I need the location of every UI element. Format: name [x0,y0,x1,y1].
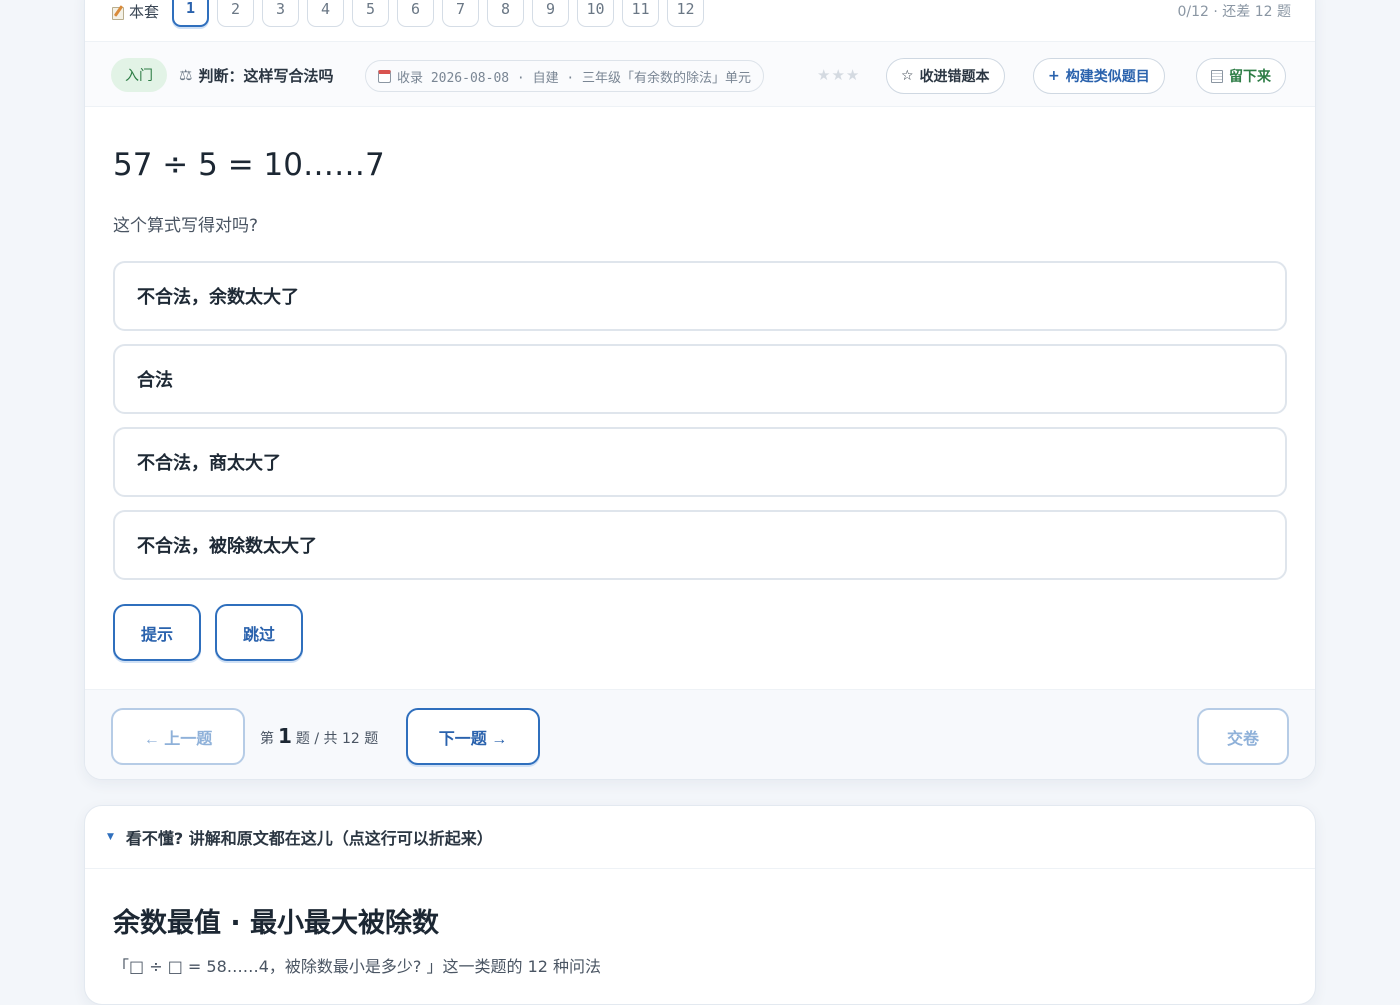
question-type: ⚖ 判断：这样写合法吗 [179,58,333,92]
quiz-card: 本套 1 2 3 4 5 6 7 8 9 10 11 12 0/12 · 还差 … [84,0,1316,780]
submit-button[interactable]: 交卷 [1197,708,1289,765]
page-buttons: 1 2 3 4 5 6 7 8 9 10 11 12 [172,0,704,27]
answer-options: 不合法，余数太大了 合法 不合法，商太大了 不合法，被除数太大了 [113,261,1287,593]
question-type-label: 判断：这样写合法吗 [198,66,334,85]
keep-label: 留下来 [1229,69,1271,85]
memo-icon [111,5,125,20]
difficulty-stars: ★★★ [817,66,861,84]
prev-question-button[interactable]: ← 上一题 [111,708,245,765]
hint-button[interactable]: 提示 [113,604,202,661]
build-similar-button[interactable]: + 构建类似题目 [1033,58,1165,94]
page-button-6[interactable]: 6 [397,0,434,27]
star-outline-icon: ☆ [901,68,914,84]
level-badge: 入门 [111,58,167,92]
explanation-toggle[interactable]: ▼ 看不懂? 讲解和原文都在这儿（点这行可以折起来） [85,806,1315,869]
explanation-toggle-label: 看不懂? 讲解和原文都在这儿（点这行可以折起来） [125,829,493,848]
skip-button[interactable]: 跳过 [215,604,304,661]
page-button-7[interactable]: 7 [442,0,479,27]
question-prompt: 这个算式写得对吗? [113,216,259,236]
scale-icon: ⚖ [179,66,193,84]
collect-mistake-button[interactable]: ☆ 收进错题本 [886,58,1005,94]
explanation-card: ▼ 看不懂? 讲解和原文都在这儿（点这行可以折起来） 余数最值 · 最小最大被除… [84,805,1316,1005]
explanation-subtitle: 「□ ÷ □ = 58……4，被除数最小是多少? 」这一类题的 12 种问法 [113,957,602,976]
page-button-4[interactable]: 4 [307,0,344,27]
build-similar-label: 构建类似题目 [1065,69,1150,85]
source-text: 收录 2026-08-08 · 自建 · 三年级「有余数的除法」单元 [397,70,752,86]
question-navigation: ← 上一题 第 1 题 / 共 12 题 下一题 → 交卷 [85,689,1315,779]
source-tag: 收录 2026-08-08 · 自建 · 三年级「有余数的除法」单元 [365,60,765,92]
page-button-11[interactable]: 11 [622,0,659,27]
collect-mistake-label: 收进错题本 [919,69,990,85]
page-button-8[interactable]: 8 [487,0,524,27]
counter-current: 1 [278,724,292,748]
page-button-5[interactable]: 5 [352,0,389,27]
counter-suffix: 题 / 共 12 题 [295,731,379,747]
answer-option-1[interactable]: 不合法，余数太大了 [113,261,1287,331]
plus-icon: + [1048,68,1060,84]
answer-option-3[interactable]: 不合法，商太大了 [113,427,1287,497]
page-button-1[interactable]: 1 [172,0,209,27]
question-counter: 第 1 题 / 共 12 题 [260,724,378,748]
page-button-2[interactable]: 2 [217,0,254,27]
progress-text: 0/12 · 还差 12 题 [1177,4,1291,20]
page-button-9[interactable]: 9 [532,0,569,27]
set-label: 本套 [111,1,159,22]
calendar-icon [378,69,391,83]
question-equation: 57 ÷ 5 = 10……7 [113,147,385,183]
question-pager: 本套 1 2 3 4 5 6 7 8 9 10 11 12 0/12 · 还差 … [85,0,1315,41]
next-question-button[interactable]: 下一题 → [406,708,540,765]
set-label-text: 本套 [129,3,160,21]
page-button-10[interactable]: 10 [577,0,614,27]
question-meta-bar: 入门 ⚖ 判断：这样写合法吗 收录 2026-08-08 · 自建 · 三年级「… [85,41,1315,107]
keep-button[interactable]: 留下来 [1196,58,1286,94]
triangle-down-icon: ▼ [107,832,114,842]
page-button-12[interactable]: 12 [667,0,704,27]
question-actions: 提示 跳过 [113,604,304,661]
counter-prefix: 第 [260,731,274,747]
explanation-title: 余数最值 · 最小最大被除数 [113,908,440,939]
notepad-icon [1211,69,1223,83]
page-button-3[interactable]: 3 [262,0,299,27]
answer-option-4[interactable]: 不合法，被除数太大了 [113,510,1287,580]
answer-option-2[interactable]: 合法 [113,344,1287,414]
